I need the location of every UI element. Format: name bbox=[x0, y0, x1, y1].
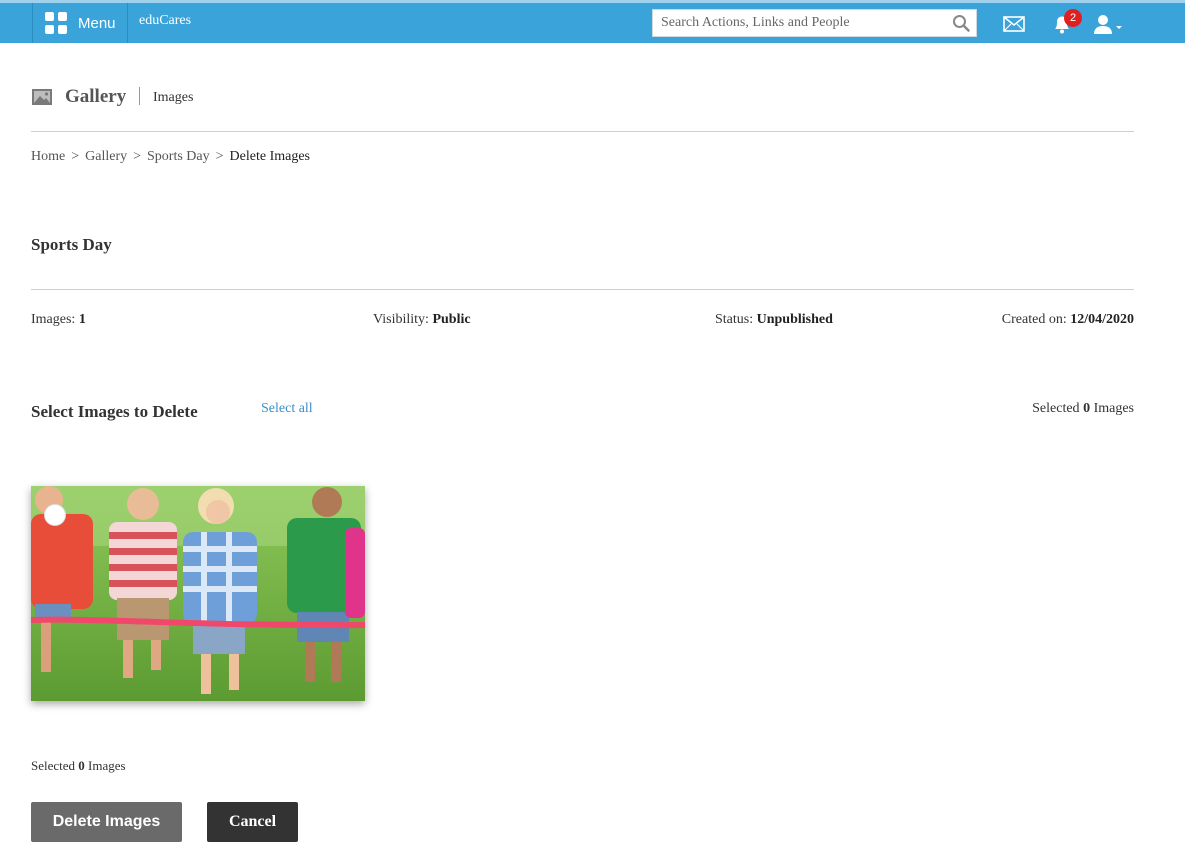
notification-badge: 2 bbox=[1064, 9, 1082, 27]
title-divider bbox=[139, 87, 140, 105]
selected-count-bottom: Selected 0 Images bbox=[31, 758, 126, 774]
gallery-icon bbox=[32, 89, 52, 105]
breadcrumb-home[interactable]: Home bbox=[31, 149, 65, 165]
page-subtitle: Images bbox=[153, 90, 194, 105]
images-count: Images: 1 bbox=[31, 312, 86, 328]
search-box bbox=[652, 9, 977, 37]
breadcrumb-gallery[interactable]: Gallery bbox=[85, 149, 127, 165]
image-thumbnail[interactable] bbox=[31, 486, 365, 701]
selected-suffix: Images bbox=[88, 758, 126, 773]
created-info: Created on: 12/04/2020 bbox=[1002, 312, 1134, 328]
album-divider bbox=[31, 289, 1134, 290]
selected-count: 0 bbox=[78, 758, 85, 773]
status-info: Status: Unpublished bbox=[715, 312, 833, 328]
breadcrumb-sports-day[interactable]: Sports Day bbox=[147, 149, 210, 165]
selected-prefix: Selected bbox=[31, 758, 76, 773]
image-select-radio[interactable] bbox=[44, 504, 66, 526]
selected-count: 0 bbox=[1083, 401, 1091, 416]
selected-count-top: Selected 0 Images bbox=[1032, 401, 1134, 417]
search-icon[interactable] bbox=[946, 10, 976, 36]
select-images-heading: Select Images to Delete bbox=[31, 402, 198, 421]
search-input[interactable] bbox=[653, 10, 946, 36]
album-title: Sports Day bbox=[31, 235, 112, 254]
menu-button[interactable]: Menu bbox=[32, 3, 128, 43]
grid-icon bbox=[45, 12, 67, 34]
menu-label: Menu bbox=[78, 14, 116, 32]
status-label: Status: bbox=[715, 312, 754, 327]
created-value: 12/04/2020 bbox=[1070, 312, 1134, 327]
select-all-link[interactable]: Select all bbox=[261, 401, 313, 417]
visibility-value: Public bbox=[432, 312, 471, 327]
breadcrumb: Home > Gallery > Sports Day > Delete Ima… bbox=[31, 149, 310, 165]
created-label: Created on: bbox=[1001, 312, 1067, 327]
header-divider bbox=[31, 131, 1134, 132]
breadcrumb-separator: > bbox=[133, 149, 142, 164]
breadcrumb-separator: > bbox=[215, 149, 224, 164]
user-icon[interactable] bbox=[1093, 13, 1125, 35]
breadcrumb-separator: > bbox=[71, 149, 80, 164]
mail-icon[interactable] bbox=[1003, 16, 1025, 32]
cancel-button[interactable]: Cancel bbox=[207, 802, 298, 842]
status-value: Unpublished bbox=[756, 312, 833, 327]
brand-link[interactable]: eduCares bbox=[139, 13, 191, 29]
selected-suffix: Images bbox=[1093, 401, 1134, 416]
top-navigation-bar: Menu eduCares 2 bbox=[0, 0, 1185, 43]
page-title: Gallery bbox=[65, 86, 127, 107]
visibility-info: Visibility: Public bbox=[373, 312, 471, 328]
breadcrumb-current: Delete Images bbox=[229, 149, 311, 164]
images-count-label: Images: bbox=[31, 312, 76, 327]
visibility-label: Visibility: bbox=[373, 312, 429, 327]
selected-prefix: Selected bbox=[1032, 401, 1080, 416]
delete-images-button[interactable]: Delete Images bbox=[31, 802, 182, 842]
images-count-value: 1 bbox=[78, 312, 86, 327]
